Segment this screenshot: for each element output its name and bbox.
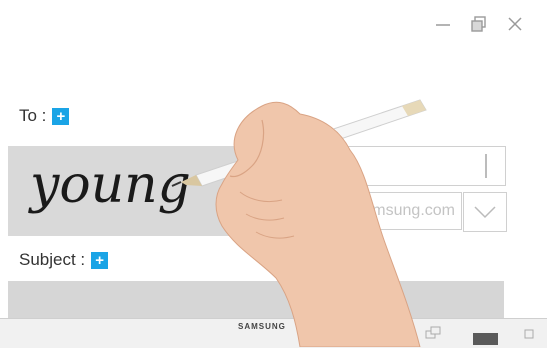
restore-icon	[471, 16, 486, 32]
to-row: To : +	[19, 106, 70, 126]
subject-label: Subject :	[19, 250, 86, 269]
close-icon	[508, 17, 522, 31]
handwriting-text: young	[28, 155, 191, 215]
device-brand-logo: SAMSUNG	[238, 322, 286, 331]
to-label: To :	[19, 106, 47, 125]
add-subject-button[interactable]: +	[91, 251, 109, 269]
restore-button[interactable]	[469, 14, 489, 34]
to-input[interactable]	[308, 146, 506, 186]
minimize-button[interactable]	[433, 14, 453, 34]
text-cursor	[485, 154, 487, 178]
subject-row: Subject : +	[19, 250, 109, 270]
bezel-square-icon	[524, 329, 534, 339]
subject-input[interactable]	[8, 281, 504, 318]
close-button[interactable]	[505, 14, 525, 34]
handwriting-pad[interactable]: young	[8, 146, 308, 236]
add-recipient-button[interactable]: +	[52, 107, 70, 125]
app-screen: To : + young msung.com Subject : +	[0, 0, 547, 318]
email-suggestion-field[interactable]: msung.com	[308, 192, 462, 230]
bezel-windows-icon	[425, 326, 441, 339]
bezel-toggle-icon	[473, 333, 498, 345]
suggestion-dropdown-button[interactable]	[463, 192, 507, 232]
window-controls	[433, 14, 525, 34]
minimize-icon	[436, 24, 450, 26]
email-suggestion-text: msung.com	[372, 202, 455, 219]
chevron-down-icon	[474, 206, 496, 219]
handwriting-stroke: young	[28, 155, 191, 215]
